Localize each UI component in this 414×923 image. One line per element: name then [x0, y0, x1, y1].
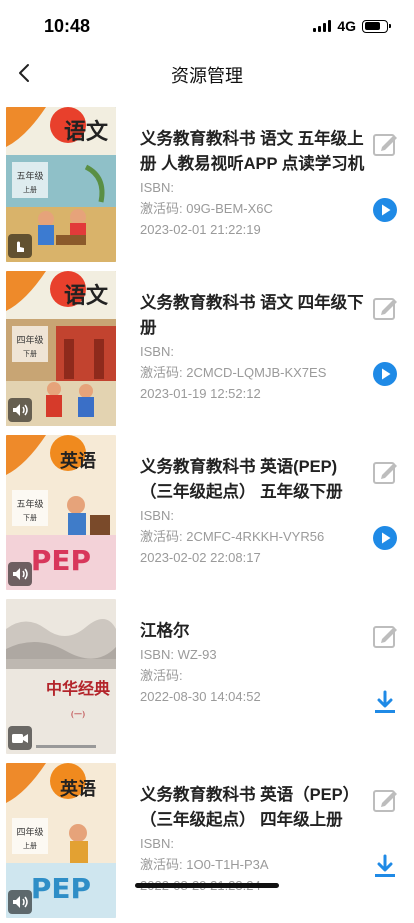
item-title: 义务教育教科书 语文 五年级上册 人教易视听APP 点读学习机: [140, 127, 365, 177]
cover-pep: PEP: [31, 544, 91, 577]
page-title: 资源管理: [0, 62, 414, 88]
cover-pep: PEP: [31, 872, 91, 905]
item-date: 2022-08-30 14:04:52: [140, 686, 365, 707]
cover-subject: 语文: [64, 283, 109, 309]
cover-term: 上册: [23, 185, 37, 194]
status-bar: 10:48 4G: [0, 0, 414, 50]
item-activation-code: 激活码: 2CMCD-LQMJB-KX7ES: [140, 362, 365, 383]
video-camera-icon: [8, 726, 32, 750]
list-item[interactable]: 语文 五年级 上册 义务教育教科书 语文 五年级上册 人教易视听APP 点读学习…: [0, 103, 414, 267]
speaker-icon: [8, 398, 32, 422]
speaker-icon: [8, 890, 32, 914]
item-isbn: ISBN:: [140, 341, 365, 362]
item-activation-code: 激活码:: [140, 665, 365, 686]
cover-subject: 英语: [59, 778, 96, 800]
cover-subject: 英语: [59, 450, 96, 472]
hand-pointer-icon: [8, 234, 32, 258]
book-cover: 语文 五年级 上册: [6, 107, 116, 262]
cover-grade: 四年级: [16, 334, 43, 346]
item-info: 义务教育教科书 英语（PEP）（三年级起点） 四年级上册 ISBN: 激活码: …: [140, 783, 365, 896]
item-info: 义务教育教科书 语文 五年级上册 人教易视听APP 点读学习机 ISBN: 激活…: [140, 127, 365, 240]
item-date: 2023-01-19 12:52:12: [140, 383, 365, 404]
item-activation-code: 激活码: 1O0-T1H-P3A: [140, 854, 365, 875]
item-isbn: ISBN: WZ-93: [140, 644, 365, 665]
play-icon[interactable]: [372, 197, 398, 223]
network-label: 4G: [337, 18, 356, 34]
cover-subject: 中华经典: [46, 679, 110, 698]
status-time: 10:48: [44, 16, 90, 37]
cover-term: 上册: [23, 841, 37, 850]
edit-icon[interactable]: [372, 459, 398, 485]
book-cover: 英语 五年级 下册 PEP: [6, 435, 116, 590]
nav-bar: 资源管理: [0, 50, 414, 96]
battery-icon: [362, 20, 388, 33]
edit-icon[interactable]: [372, 787, 398, 813]
list-item[interactable]: 英语 五年级 下册 PEP 义务教育教科书 英语(PEP)（三年级起点） 五年级…: [0, 431, 414, 595]
cover-grade: 四年级: [16, 826, 43, 838]
download-icon[interactable]: [372, 689, 398, 715]
item-date: 2023-02-02 22:08:17: [140, 547, 365, 568]
item-title: 义务教育教科书 英语（PEP）（三年级起点） 四年级上册: [140, 783, 365, 833]
item-isbn: ISBN:: [140, 833, 365, 854]
cover-term: 下册: [23, 514, 37, 522]
list-item[interactable]: 语文 四年级 下册 义务教育教科书 语文 四年级下册 ISBN: 激活码: 2C…: [0, 267, 414, 431]
cover-sub: (一): [71, 710, 85, 719]
item-title: 江格尔: [140, 619, 365, 644]
item-info: 义务教育教科书 英语(PEP)（三年级起点） 五年级下册 ISBN: 激活码: …: [140, 455, 365, 568]
book-cover: 中华经典 (一): [6, 599, 116, 754]
home-indicator[interactable]: [135, 883, 279, 888]
item-isbn: ISBN:: [140, 177, 365, 198]
item-activation-code: 激活码: 09G-BEM-X6C: [140, 198, 365, 219]
play-icon[interactable]: [372, 525, 398, 551]
item-info: 义务教育教科书 语文 四年级下册 ISBN: 激活码: 2CMCD-LQMJB-…: [140, 291, 365, 404]
item-date: 2023-02-01 21:22:19: [140, 219, 365, 240]
speaker-icon: [8, 562, 32, 586]
item-info: 江格尔 ISBN: WZ-93 激活码: 2022-08-30 14:04:52: [140, 619, 365, 707]
download-icon[interactable]: [372, 853, 398, 879]
list-item[interactable]: 英语 四年级 上册 PEP 义务教育教科书 英语（PEP）（三年级起点） 四年级…: [0, 759, 414, 923]
list-item[interactable]: 中华经典 (一) 江格尔 ISBN: WZ-93 激活码: 2022-08-30…: [0, 595, 414, 759]
status-indicators: 4G: [313, 18, 388, 34]
book-cover: 英语 四年级 上册 PEP: [6, 763, 116, 918]
edit-icon[interactable]: [372, 131, 398, 157]
book-cover: 语文 四年级 下册: [6, 271, 116, 426]
cover-grade: 五年级: [16, 498, 43, 510]
cover-term: 下册: [23, 350, 37, 358]
edit-icon[interactable]: [372, 623, 398, 649]
cover-grade: 五年级: [16, 170, 43, 182]
item-isbn: ISBN:: [140, 505, 365, 526]
edit-icon[interactable]: [372, 295, 398, 321]
resource-list: 语文 五年级 上册 义务教育教科书 语文 五年级上册 人教易视听APP 点读学习…: [0, 103, 414, 923]
signal-icon: [313, 20, 331, 32]
cover-subject: 语文: [64, 119, 109, 145]
item-activation-code: 激活码: 2CMFC-4RKKH-VYR56: [140, 526, 365, 547]
play-icon[interactable]: [372, 361, 398, 387]
item-title: 义务教育教科书 英语(PEP)（三年级起点） 五年级下册: [140, 455, 365, 505]
item-title: 义务教育教科书 语文 四年级下册: [140, 291, 365, 341]
